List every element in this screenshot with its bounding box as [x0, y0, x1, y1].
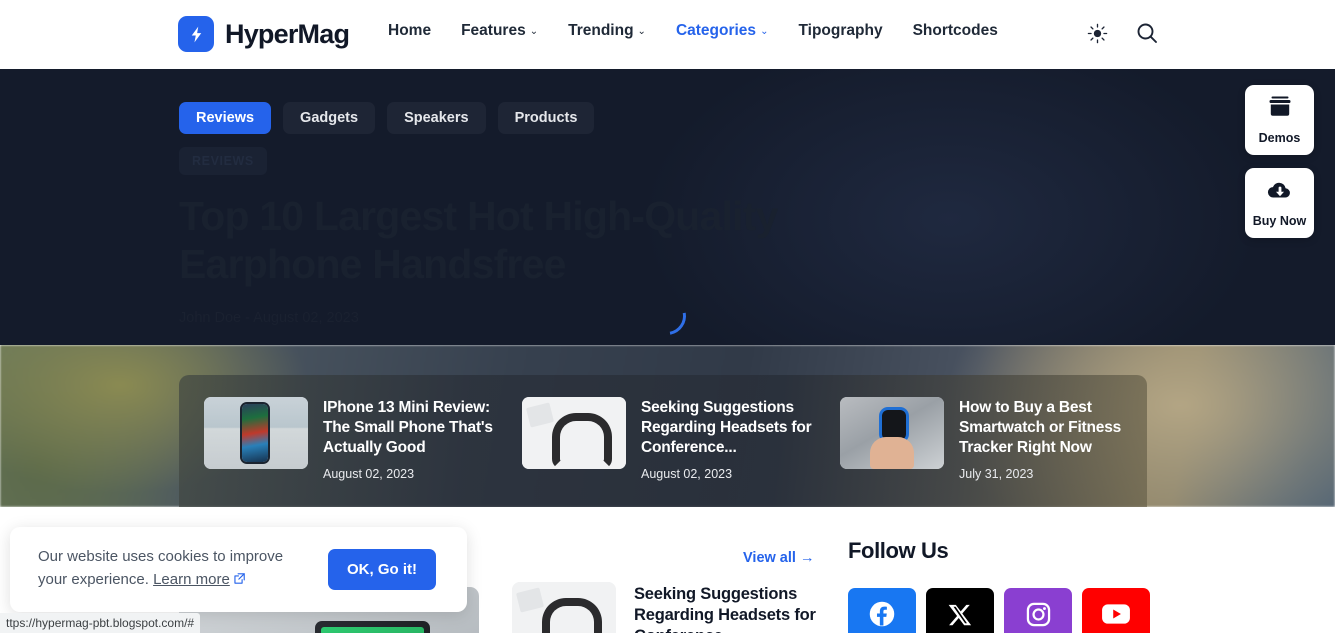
header-tools [1084, 20, 1160, 46]
facebook-icon[interactable] [848, 588, 916, 633]
featured-date: July 31, 2023 [959, 467, 1034, 482]
chevron-down-icon: ⌄ [637, 26, 646, 37]
featured-thumbnail [522, 397, 626, 469]
buy-now-label: Buy Now [1252, 214, 1307, 228]
featured-date: August 02, 2023 [323, 467, 415, 482]
featured-thumbnail [840, 397, 944, 469]
featured-text: Seeking Suggestions Regarding Headsets f… [641, 397, 815, 481]
floating-side-actions: Demos Buy Now [1245, 85, 1314, 238]
category-tabs: Reviews Gadgets Speakers Products [179, 102, 595, 134]
nav-item-trending[interactable]: Trending ⌄ [568, 22, 662, 40]
post-title[interactable]: Seeking Suggestions Regarding Headsets f… [634, 582, 859, 633]
featured-card[interactable]: Seeking Suggestions Regarding Headsets f… [497, 397, 815, 481]
tab-label: Gadgets [300, 110, 359, 126]
nav-item-shortcodes[interactable]: Shortcodes [913, 22, 1014, 40]
cloud-download-icon [1266, 178, 1294, 207]
hero-category-badge: REVIEWS [179, 147, 267, 175]
featured-thumbnail [204, 397, 308, 469]
nav-label: Shortcodes [912, 22, 998, 39]
hero-section: Reviews Gadgets Speakers Products REVIEW… [0, 69, 1335, 345]
headphones-photo [512, 582, 616, 633]
tablet-screen [321, 627, 424, 633]
tab-label: Products [514, 110, 578, 126]
iphone-photo [204, 397, 308, 469]
nav-label: Features [461, 22, 526, 39]
follow-us-title: Follow Us [848, 538, 949, 563]
cookie-accept-button[interactable]: OK, Go it! [328, 549, 436, 590]
demos-button[interactable]: Demos [1245, 85, 1314, 155]
tab-label: Speakers [404, 110, 469, 126]
post-thumbnail [512, 582, 616, 633]
x-twitter-icon[interactable] [926, 588, 994, 633]
lightning-bolt-icon [178, 16, 214, 52]
browser-status-bar-url: ttps://hypermag-pbt.blogspot.com/# [0, 613, 200, 633]
nav-item-features[interactable]: Features ⌄ [461, 22, 554, 40]
nav-label: Categories [675, 22, 757, 39]
featured-title[interactable]: Seeking Suggestions Regarding Headsets f… [641, 398, 815, 458]
follow-us-widget: Follow Us [848, 538, 1150, 633]
hero-byline: John Doe - August 02, 2023 [179, 310, 359, 327]
featured-card[interactable]: IPhone 13 Mini Review: The Small Phone T… [179, 397, 497, 481]
cookie-message: Our website uses cookies to improve your… [38, 546, 310, 593]
featured-posts-panel: IPhone 13 Mini Review: The Small Phone T… [179, 375, 1147, 507]
external-link-icon[interactable] [233, 570, 246, 593]
buy-now-button[interactable]: Buy Now [1245, 168, 1314, 238]
nav-label: Trending [568, 22, 634, 39]
view-all-link[interactable]: View all → [743, 550, 814, 566]
browser-viewport: HyperMag Home Features ⌄ Trending ⌄ Cate… [0, 0, 1335, 633]
nav-label: Home [388, 22, 432, 39]
nav-item-home[interactable]: Home [388, 22, 447, 40]
search-icon[interactable] [1134, 20, 1160, 46]
post-list-item[interactable]: Seeking Suggestions Regarding Headsets f… [512, 582, 859, 633]
featured-title[interactable]: How to Buy a Best Smartwatch or Fitness … [959, 398, 1133, 458]
nav-label: Tipography [798, 22, 883, 39]
hero-title[interactable]: Top 10 Largest Hot High-Quality Earphone… [179, 193, 909, 288]
sun-icon[interactable] [1084, 20, 1110, 46]
featured-date: August 02, 2023 [641, 467, 733, 482]
brand-name: HyperMag [225, 18, 350, 49]
featured-text: How to Buy a Best Smartwatch or Fitness … [959, 397, 1133, 481]
social-links [848, 588, 1150, 633]
learn-more-link[interactable]: Learn more [153, 571, 230, 588]
youtube-icon[interactable] [1082, 588, 1150, 633]
tab-products[interactable]: Products [497, 102, 595, 134]
featured-card[interactable]: How to Buy a Best Smartwatch or Fitness … [815, 397, 1133, 481]
featured-title[interactable]: IPhone 13 Mini Review: The Small Phone T… [323, 398, 497, 458]
chevron-down-icon: ⌄ [760, 26, 769, 37]
site-header: HyperMag Home Features ⌄ Trending ⌄ Cate… [0, 0, 1335, 69]
smartwatch-photo [840, 397, 944, 469]
archive-box-icon [1267, 95, 1293, 124]
nav-item-categories[interactable]: Categories ⌄ [676, 22, 785, 40]
chevron-down-icon: ⌄ [529, 26, 539, 37]
tab-label: Reviews [196, 110, 255, 126]
demos-label: Demos [1258, 131, 1301, 145]
hero-article-preview: REVIEWS Top 10 Largest Hot High-Quality … [179, 147, 999, 326]
tab-gadgets[interactable]: Gadgets [283, 102, 376, 134]
tab-speakers[interactable]: Speakers [387, 102, 486, 134]
featured-text: IPhone 13 Mini Review: The Small Phone T… [323, 397, 497, 481]
instagram-icon[interactable] [1004, 588, 1072, 633]
tab-reviews[interactable]: Reviews [179, 102, 272, 134]
primary-nav: Home Features ⌄ Trending ⌄ Categories ⌄ … [388, 22, 1014, 40]
tablet-device [315, 621, 430, 633]
brand-logo[interactable]: HyperMag [178, 16, 350, 52]
nav-item-tipography[interactable]: Tipography [798, 22, 898, 40]
featured-photo-band: IPhone 13 Mini Review: The Small Phone T… [0, 345, 1335, 507]
cookie-consent-banner: Our website uses cookies to improve your… [10, 527, 467, 612]
headphones-photo [522, 397, 626, 469]
